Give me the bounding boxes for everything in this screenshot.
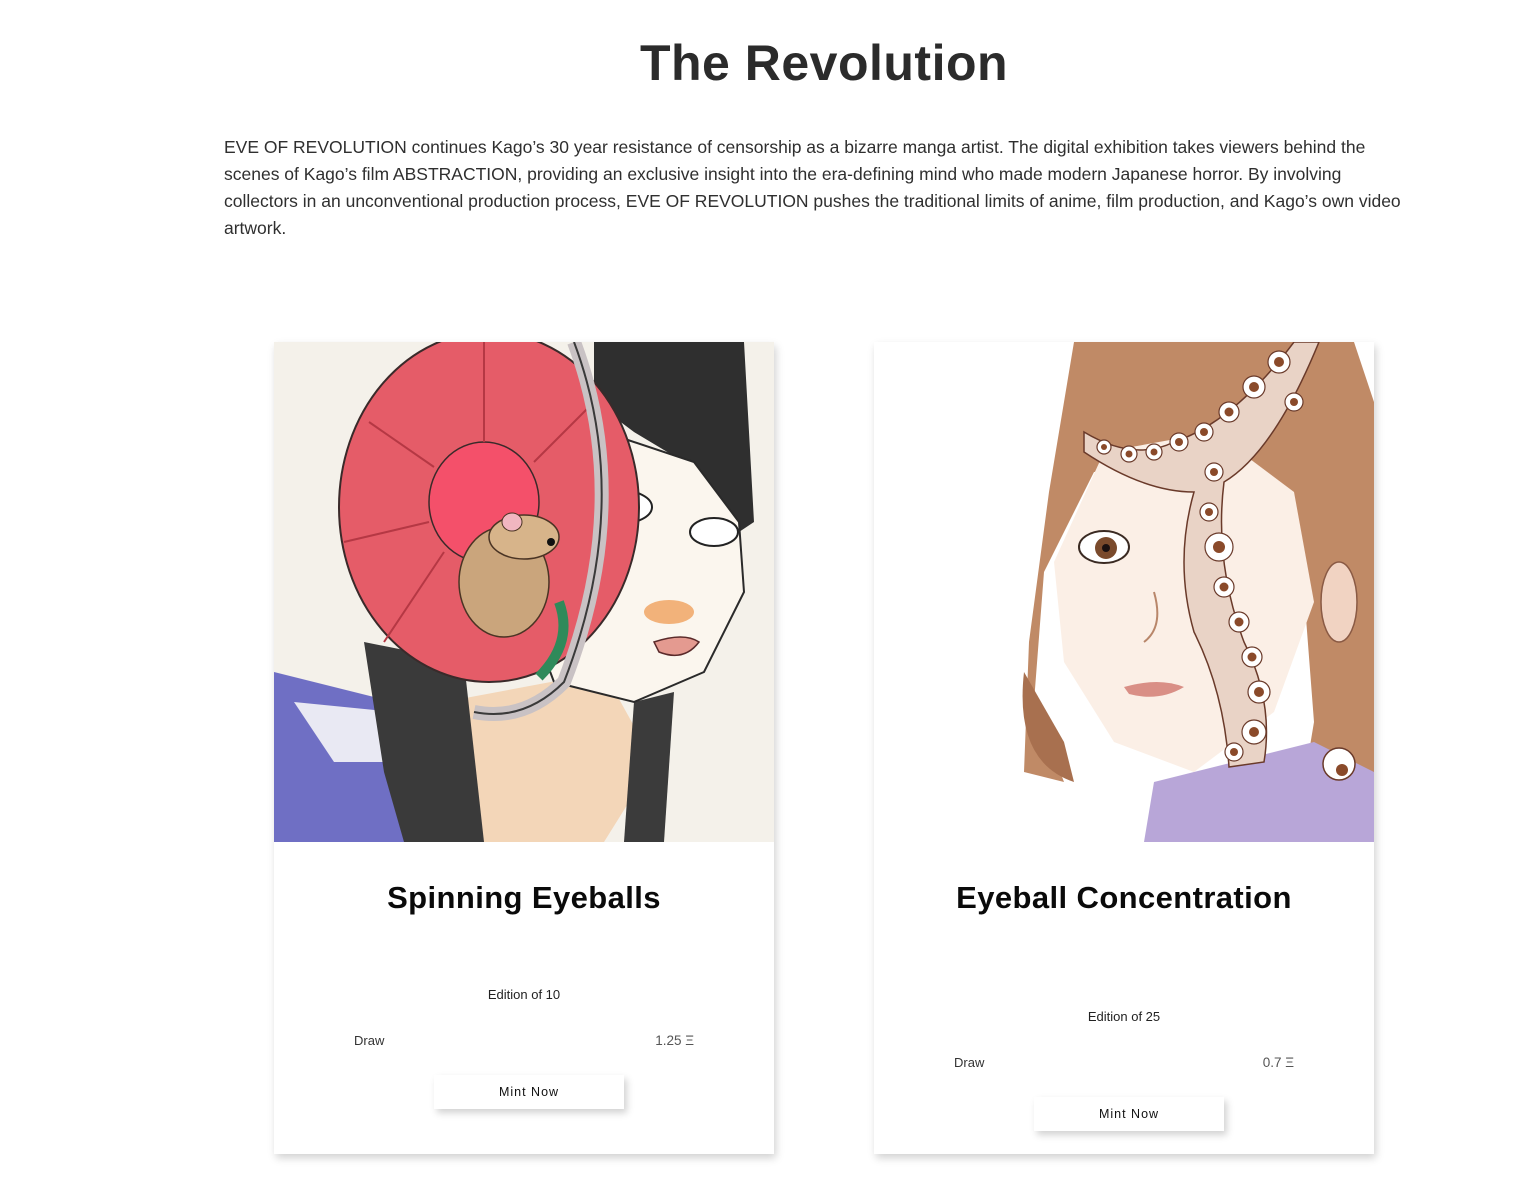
edition-size: Edition of 25	[1087, 1009, 1161, 1024]
artwork-title: Spinning Eyeballs	[387, 880, 661, 915]
page-title: The Revolution	[639, 35, 1009, 91]
artwork-card-spinning-eyeballs: Spinning Eyeballs Edition of 10 Draw 1.2…	[274, 342, 774, 1154]
artwork-image-spinning-eyeballs[interactable]	[274, 342, 774, 842]
artwork-card-eyeball-concentration: Eyeball Concentration Edition of 25 Draw…	[874, 342, 1374, 1154]
price-value: 1.25 Ξ	[655, 1033, 694, 1048]
intro-paragraph: EVE OF REVOLUTION continues Kago’s 30 ye…	[224, 137, 1401, 238]
edition-size: Edition of 10	[487, 987, 561, 1002]
page: The Revolution EVE OF REVOLUTION continu…	[0, 0, 1535, 1195]
sale-type-label: Draw	[954, 1055, 985, 1070]
artwork-title: Eyeball Concentration	[956, 880, 1292, 915]
price-value: 0.7 Ξ	[1262, 1055, 1294, 1070]
mint-now-button[interactable]: Mint Now	[434, 1075, 624, 1109]
artwork-image-eyeball-concentration[interactable]	[874, 342, 1374, 842]
sale-type-label: Draw	[354, 1033, 385, 1048]
mint-now-button[interactable]: Mint Now	[1034, 1097, 1224, 1131]
